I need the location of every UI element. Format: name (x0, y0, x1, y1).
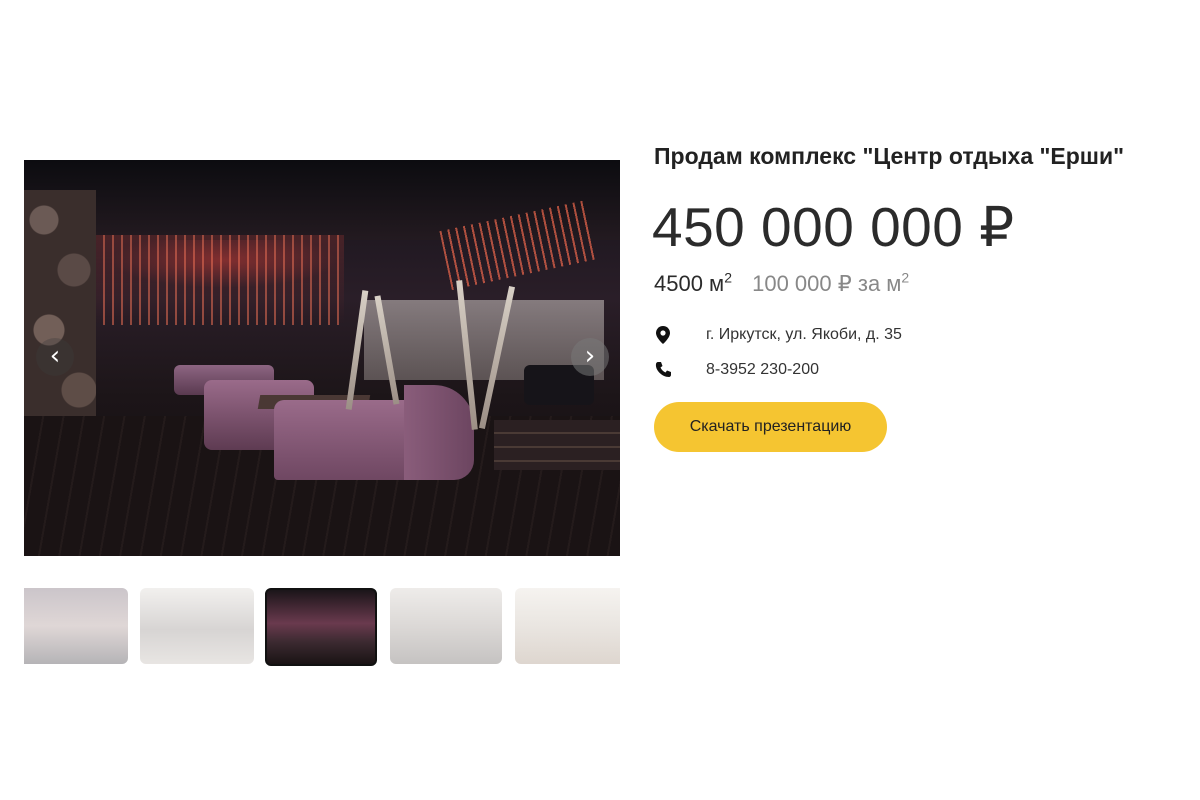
photo-lights (94, 235, 344, 325)
chevron-right-icon[interactable]: › (571, 338, 609, 376)
area-row: 4500 м2 100 000 ₽ за м2 (654, 270, 909, 297)
map-pin-icon (656, 326, 670, 344)
thumbnail-venue-interior[interactable] (265, 588, 377, 666)
price-per-sqm: 100 000 ₽ за м2 (752, 270, 910, 297)
phone-link[interactable]: 8-3952 230-200 (706, 361, 819, 379)
thumbnail-hall[interactable] (140, 588, 254, 664)
chevron-left-icon[interactable]: ‹ (36, 338, 74, 376)
main-photo: ‹ › (24, 160, 620, 556)
download-presentation-button[interactable]: Скачать презентацию (654, 402, 887, 452)
area-value: 4500 м2 (654, 270, 732, 297)
listing-title: Продам комплекс "Центр отдыха "Ерши" (654, 143, 1125, 169)
address-text: г. Иркутск, ул. Якоби, д. 35 (706, 326, 902, 343)
thumbnail-bar-counter[interactable] (24, 588, 128, 664)
thumbnail-strip (24, 588, 620, 666)
phone-icon (655, 362, 671, 377)
thumbnail-lounge[interactable] (390, 588, 502, 664)
photo-steps (494, 420, 620, 470)
thumbnail-banquet-hall[interactable] (515, 588, 620, 664)
photo-sofa (404, 385, 474, 480)
listing-price: 450 000 000 ₽ (652, 196, 1015, 258)
